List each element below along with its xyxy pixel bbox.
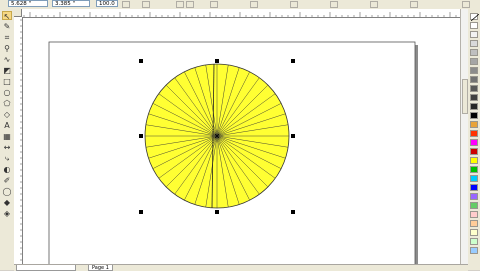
color-swatch[interactable] — [470, 148, 478, 155]
color-swatch[interactable] — [470, 67, 478, 74]
resize-handle[interactable] — [291, 59, 295, 63]
color-swatch[interactable] — [470, 202, 478, 209]
color-swatch[interactable] — [470, 112, 478, 119]
color-swatch[interactable] — [470, 193, 478, 200]
resize-handle[interactable] — [291, 134, 295, 138]
color-swatch[interactable] — [470, 22, 478, 29]
color-swatch[interactable] — [470, 229, 478, 236]
canvas-overlay — [20, 12, 457, 270]
page-nav-controls[interactable] — [16, 265, 76, 271]
color-palette — [468, 9, 480, 270]
resize-handle[interactable] — [139, 210, 143, 214]
color-swatch[interactable] — [470, 103, 478, 110]
color-swatch[interactable] — [470, 76, 478, 83]
color-swatch[interactable] — [470, 139, 478, 146]
resize-handle[interactable] — [215, 59, 219, 63]
color-swatch[interactable] — [470, 49, 478, 56]
color-swatch[interactable] — [470, 85, 478, 92]
resize-handle[interactable] — [139, 59, 143, 63]
color-swatch[interactable] — [470, 211, 478, 218]
color-swatch[interactable] — [470, 157, 478, 164]
resize-handle[interactable] — [291, 210, 295, 214]
color-swatch[interactable] — [470, 31, 478, 38]
color-swatch[interactable] — [470, 40, 478, 47]
resize-handle[interactable] — [215, 210, 219, 214]
color-swatch[interactable] — [470, 247, 478, 254]
color-swatch[interactable] — [470, 166, 478, 173]
color-swatch[interactable] — [470, 94, 478, 101]
color-swatch[interactable] — [470, 184, 478, 191]
color-swatch[interactable] — [470, 121, 478, 128]
page-tab[interactable]: Page 1 — [88, 265, 113, 271]
color-swatch[interactable] — [470, 175, 478, 182]
resize-handle[interactable] — [139, 134, 143, 138]
no-color-swatch[interactable] — [470, 13, 479, 21]
color-swatch[interactable] — [470, 220, 478, 227]
color-swatch[interactable] — [470, 58, 478, 65]
color-swatch[interactable] — [470, 238, 478, 245]
color-swatch[interactable] — [470, 130, 478, 137]
